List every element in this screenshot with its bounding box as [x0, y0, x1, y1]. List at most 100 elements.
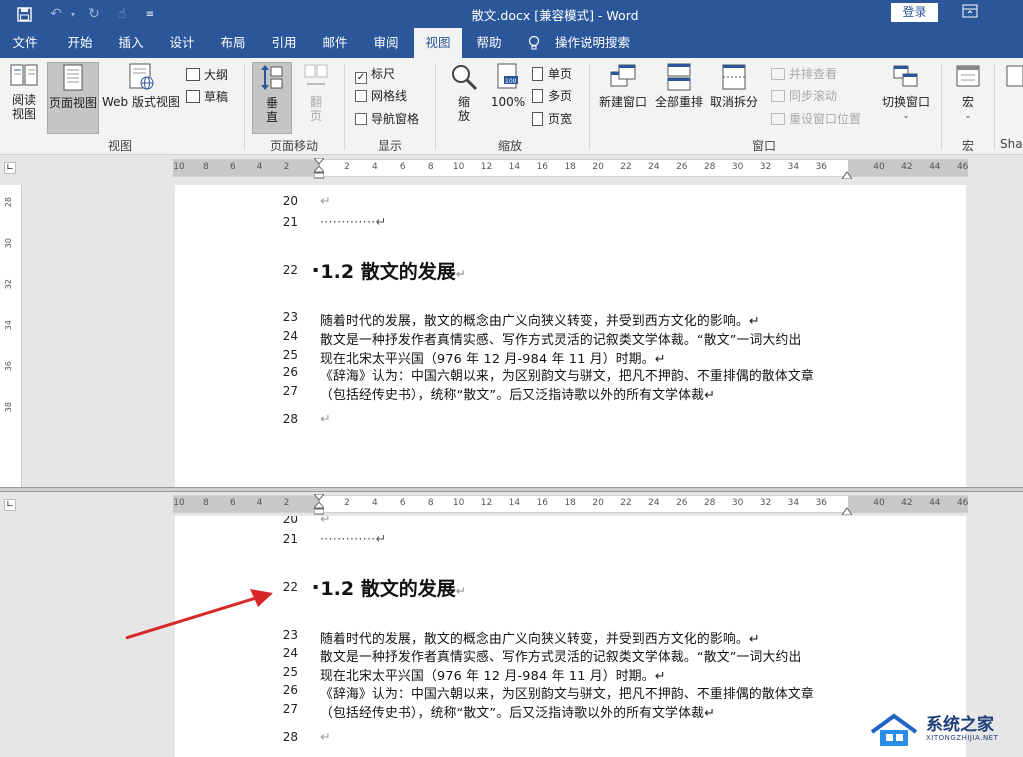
tab-file[interactable]: 文件	[2, 28, 48, 58]
tab-mailings[interactable]: 邮件	[312, 28, 358, 58]
tab-design[interactable]: 设计	[159, 28, 205, 58]
text-line[interactable]: （包括经传史书），统称“散文”。后又泛指诗歌以外的所有文学体裁↵	[320, 384, 715, 403]
ruler-number: 2	[344, 162, 350, 172]
sharepoint-button[interactable]	[1000, 62, 1023, 134]
print-layout-button[interactable]: 页面视图	[47, 62, 99, 134]
undo-dropdown-icon[interactable]: ▾	[63, 4, 83, 24]
text-line[interactable]: 随着时代的发展，散文的概念由广义向狭义转变，并受到西方文化的影响。↵	[320, 628, 760, 647]
reset-window-button[interactable]: 重设窗口位置	[771, 109, 861, 129]
ruler-number: 36	[4, 361, 13, 372]
line-number: 26	[282, 683, 298, 697]
line-number: 20	[282, 516, 298, 526]
zoom-100-label: 100%	[490, 95, 526, 109]
text-line[interactable]: ↵	[320, 412, 331, 427]
gridlines-checkbox[interactable]: 网格线	[355, 86, 407, 106]
remove-split-button[interactable]: 取消拆分	[707, 62, 761, 134]
ribbon-tabs: 文件 开始 插入 设计 布局 引用 邮件 审阅 视图 帮助 操作说明搜索	[0, 28, 1023, 58]
svg-text:100: 100	[505, 78, 517, 85]
text-line[interactable]: 现在北宋太平兴国（976 年 12 月-984 年 11 月）时期。↵	[320, 665, 666, 684]
view-side-by-side-button[interactable]: 并排查看	[771, 64, 837, 84]
vertical-button[interactable]: 垂 直	[252, 62, 292, 134]
tab-insert[interactable]: 插入	[108, 28, 154, 58]
ruler-check-icon: ✓	[355, 72, 367, 84]
tab-references[interactable]: 引用	[261, 28, 307, 58]
line-number: 20	[282, 194, 298, 208]
ruler-number: 42	[901, 498, 913, 508]
indent-marker-icon[interactable]	[312, 493, 326, 515]
vertical-ruler[interactable]: 28 30 32 34 36 38	[0, 185, 22, 487]
tab-help[interactable]: 帮助	[467, 28, 511, 58]
right-indent-marker-icon[interactable]	[841, 504, 853, 516]
horizontal-ruler[interactable]: 10 8 6 4 2 2 4 6 8 10 12 14 16 18 20 22 24 26 28 30 32 34 36 40…	[173, 157, 968, 180]
document-page[interactable]: 20 ↵ 21 ·············↵ 22 ▪ 1.2 散文的发展↵ 23 随着时代的发…	[175, 516, 966, 757]
ruler-number: 26	[676, 162, 688, 172]
nav-pane-checkbox[interactable]: 导航窗格	[355, 109, 419, 129]
draft-button[interactable]: 草稿	[186, 87, 228, 107]
text-line[interactable]: 散文是一种抒发作者真情实感、写作方式灵活的记叙类文学体裁。“散文”一词大约出	[320, 646, 802, 665]
text-line[interactable]: 《辞海》认为：中国六朝以来，为区别韵文与骈文，把凡不押韵、不重排偶的散体文章	[320, 683, 814, 702]
text-line[interactable]: ↵	[320, 194, 331, 209]
text-line[interactable]: ↵	[320, 730, 331, 745]
line-number: 28	[282, 730, 298, 744]
zoom-button[interactable]: 缩 放	[444, 62, 484, 134]
tab-view[interactable]: 视图	[414, 28, 462, 58]
ruler-number: 8	[202, 498, 209, 508]
save-icon[interactable]	[14, 4, 34, 24]
tab-selector-icon[interactable]: ∟	[4, 499, 16, 511]
ruler-number: 24	[648, 498, 660, 508]
multiple-pages-button[interactable]: 多页	[532, 86, 572, 106]
outline-icon	[186, 68, 200, 81]
zoom-100-button[interactable]: 100 100%	[488, 62, 528, 134]
text-line[interactable]: （包括经传史书），统称“散文”。后又泛指诗歌以外的所有文学体裁↵	[320, 702, 715, 721]
ruler-number: 22	[620, 498, 632, 508]
text-line[interactable]: ↵	[320, 516, 331, 527]
vertical-label: 垂 直	[265, 96, 278, 124]
new-window-button[interactable]: 新建窗口	[596, 62, 650, 134]
sync-scroll-button[interactable]: 同步滚动	[771, 86, 837, 106]
ruler-number: 32	[759, 162, 772, 172]
indent-marker-icon[interactable]	[312, 157, 326, 179]
tab-layout[interactable]: 布局	[210, 28, 256, 58]
macros-button[interactable]: 宏 ⌄	[948, 62, 988, 134]
separator	[435, 64, 436, 150]
reset-window-label: 重设窗口位置	[789, 112, 862, 126]
outline-button[interactable]: 大纲	[186, 65, 228, 85]
ruler-number: 42	[901, 162, 913, 172]
switch-windows-button[interactable]: 切换窗口 ⌄	[876, 62, 936, 134]
ribbon-display-options-icon[interactable]	[962, 4, 980, 20]
heading-line[interactable]: ▪ 1.2 散文的发展↵	[313, 257, 466, 284]
side-to-side-button[interactable]: 翻 页	[296, 62, 336, 134]
read-mode-label: 阅读 视图	[11, 93, 36, 121]
right-indent-marker-icon[interactable]	[841, 168, 853, 180]
lightbulb-icon	[528, 35, 542, 51]
text-line[interactable]: 随着时代的发展，散文的概念由广义向狭义转变，并受到西方文化的影响。↵	[320, 310, 760, 329]
tell-me-search[interactable]: 操作说明搜索	[555, 28, 630, 58]
line-number: 24	[282, 329, 298, 343]
web-layout-button[interactable]: Web 版式视图	[101, 62, 181, 134]
login-button[interactable]: 登录	[891, 3, 938, 22]
ruler-checkbox[interactable]: ✓ 标尺	[355, 64, 395, 84]
read-mode-button[interactable]: 阅读 视图	[4, 62, 44, 134]
tab-home[interactable]: 开始	[57, 28, 103, 58]
document-page[interactable]: 20 ↵ 21 ·············↵ 22 ▪ 1.2 散文的发展↵ 23 随着时代的发…	[175, 185, 966, 487]
tab-review[interactable]: 审阅	[363, 28, 409, 58]
text-line[interactable]: 散文是一种抒发作者真情实感、写作方式灵活的记叙类文学体裁。“散文”一词大约出	[320, 329, 802, 348]
text-line[interactable]: 《辞海》认为：中国六朝以来，为区别韵文与骈文，把凡不押韵、不重排偶的散体文章	[320, 365, 814, 384]
gridlines-check-icon	[355, 90, 367, 102]
text-line[interactable]: ·············↵	[320, 215, 386, 230]
ruler-number: 36	[815, 162, 828, 172]
ruler-number: 34	[787, 498, 800, 508]
redo-icon[interactable]: ↻	[84, 4, 104, 24]
heading-line[interactable]: ▪ 1.2 散文的发展↵	[313, 574, 466, 601]
page-width-button[interactable]: 页宽	[532, 109, 572, 129]
tab-selector-icon[interactable]: ∟	[4, 162, 16, 174]
sharepoint-group-label: Sha	[1000, 137, 1023, 151]
ruler-number: 8	[202, 162, 209, 172]
arrange-all-button[interactable]: 全部重排	[652, 62, 706, 134]
touch-mode-icon[interactable]: ☝	[112, 4, 132, 24]
text-line[interactable]: ·············↵	[320, 532, 386, 547]
document-pane-top[interactable]: ∟ 10 8 6 4 2 2 4 6 8 10 12 14 16 18 20 22 24 26 28 30 32 34 36…	[0, 155, 1023, 487]
customize-qat-icon[interactable]: ≡	[140, 4, 160, 24]
horizontal-ruler[interactable]: 10 8 6 4 2 2 4 6 8 10 12 14 16 18 20 22 24 26 28 30 32 34 36 40…	[173, 493, 968, 516]
one-page-button[interactable]: 单页	[532, 64, 572, 84]
